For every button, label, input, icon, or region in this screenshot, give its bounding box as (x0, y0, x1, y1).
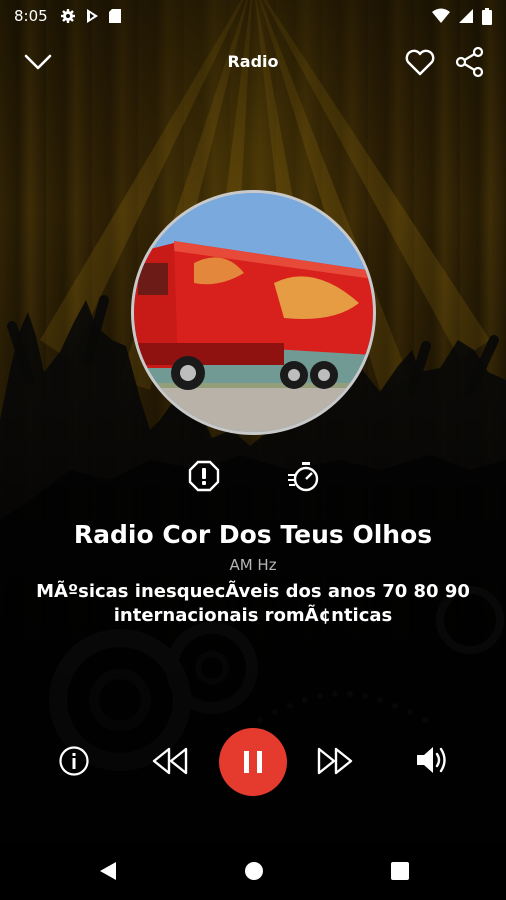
pause-button[interactable] (219, 728, 287, 796)
player-controls (0, 728, 506, 796)
station-name: Radio Cor Dos Teus Olhos (73, 520, 433, 549)
status-time: 8:05 (14, 7, 48, 25)
sleep-timer-icon[interactable] (287, 460, 321, 494)
station-frequency: AM Hz (229, 556, 277, 574)
info-icon[interactable] (58, 745, 90, 777)
app-bar: Radio (0, 40, 506, 84)
station-actions (0, 460, 506, 496)
recents-square-icon[interactable] (388, 859, 412, 883)
system-nav-bar (0, 842, 506, 900)
station-description: MÃºsicas inesquecÃveis dos anos 70 80 90… (36, 581, 470, 626)
gear-icon (60, 9, 75, 23)
volume-icon[interactable] (414, 744, 450, 776)
heart-icon[interactable] (404, 46, 436, 78)
rewind-icon[interactable] (151, 746, 189, 776)
wifi-icon (432, 8, 450, 23)
back-triangle-icon[interactable] (96, 859, 120, 883)
fast-forward-icon[interactable] (316, 746, 354, 776)
red-truck-image (134, 193, 373, 432)
battery-icon (482, 7, 492, 25)
status-bar: 8:05 (0, 0, 506, 32)
report-icon[interactable] (188, 460, 220, 492)
home-circle-icon[interactable] (242, 859, 266, 883)
sd-card-icon (108, 9, 121, 23)
play-store-icon (86, 9, 98, 23)
cell-signal-icon (459, 9, 473, 23)
share-icon[interactable] (454, 46, 486, 78)
station-artwork (131, 190, 376, 435)
pause-icon (244, 751, 262, 773)
